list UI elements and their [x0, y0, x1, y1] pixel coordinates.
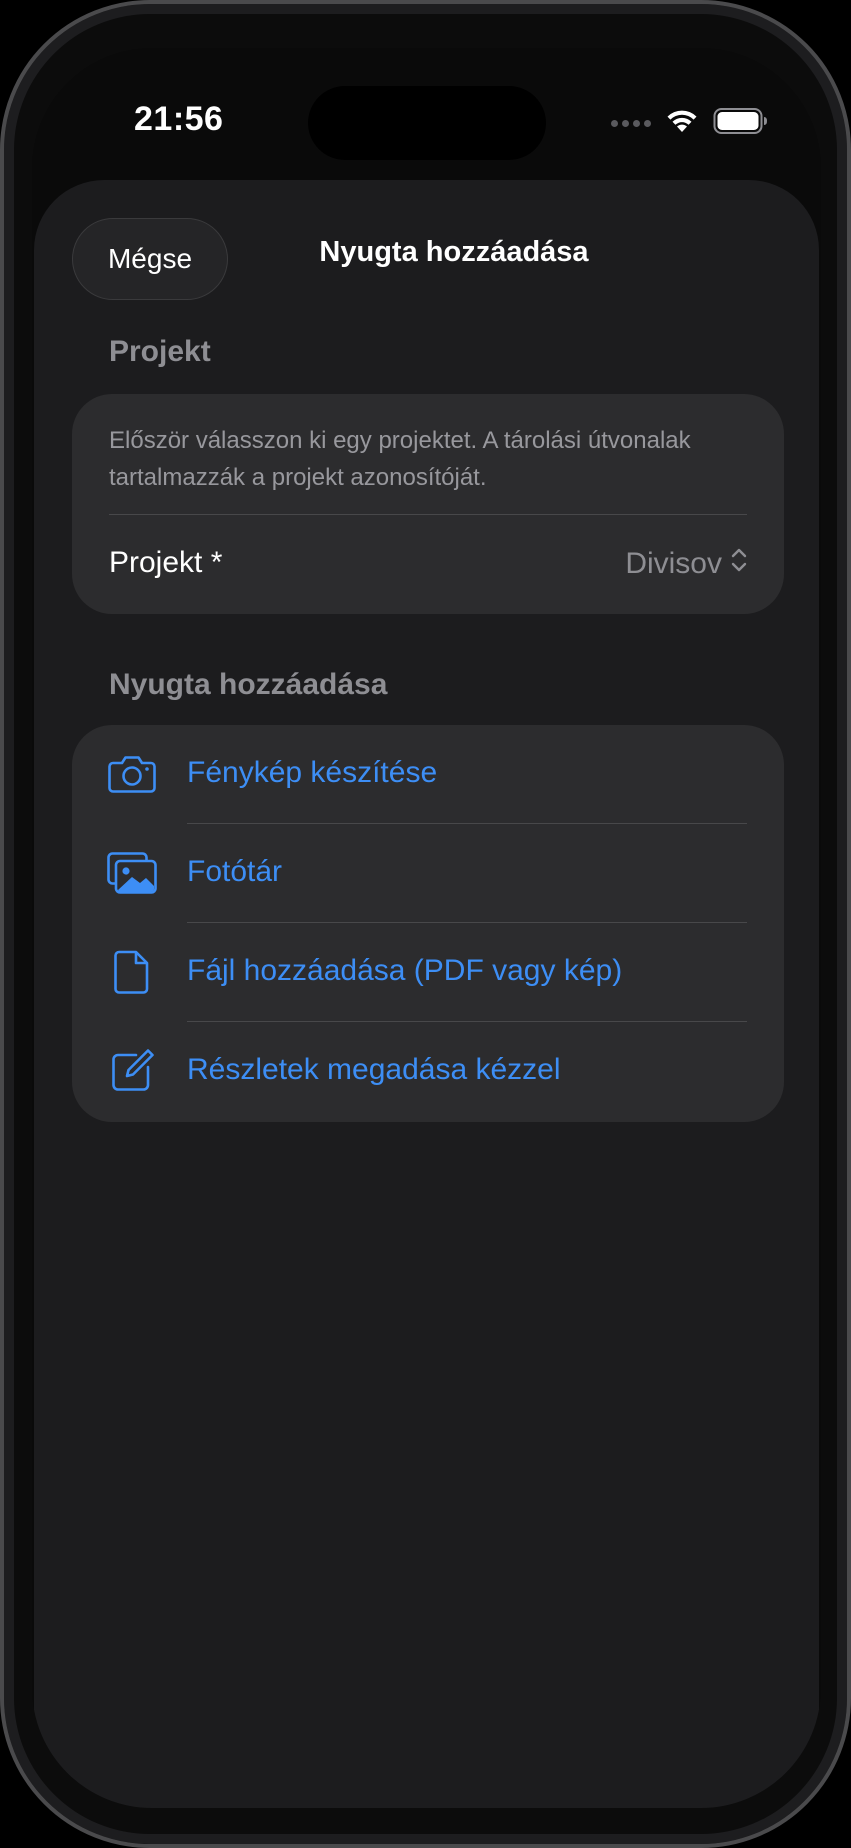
photo-library-label: Fotótár	[187, 855, 283, 888]
dynamic-island	[308, 86, 546, 160]
sheet-title: Nyugta hozzáadása	[319, 236, 589, 268]
chevron-up-down-icon	[730, 546, 748, 582]
project-picker-value: Divisov	[625, 547, 722, 580]
add-file-label: Fájl hozzáadása (PDF vagy kép)	[187, 954, 623, 987]
status-time: 21:56	[134, 100, 224, 138]
screen: 21:56 Mégse Nyugta hozzáadása Projekt El…	[32, 48, 821, 1808]
photo-library-icon	[106, 849, 158, 897]
battery-icon	[713, 107, 769, 140]
add-section-header: Nyugta hozzáadása	[109, 668, 388, 701]
add-file-row[interactable]: Fájl hozzáadása (PDF vagy kép)	[72, 923, 784, 1022]
project-picker[interactable]: Divisov	[625, 546, 748, 582]
status-icons	[611, 107, 769, 140]
cancel-button[interactable]: Mégse	[72, 218, 228, 300]
phone-frame: 21:56 Mégse Nyugta hozzáadása Projekt El…	[0, 0, 851, 1848]
project-section-header: Projekt	[109, 335, 211, 368]
camera-icon	[106, 750, 158, 798]
project-field-label: Projekt *	[109, 546, 223, 579]
project-card: Először válasszon ki egy projektet. A tá…	[72, 394, 784, 614]
manual-entry-row[interactable]: Részletek megadása kézzel	[72, 1022, 784, 1121]
photo-library-row[interactable]: Fotótár	[72, 824, 784, 923]
divider	[109, 514, 747, 515]
manual-entry-label: Részletek megadása kézzel	[187, 1053, 561, 1086]
compose-icon	[106, 1047, 158, 1095]
wifi-icon	[665, 108, 699, 139]
add-receipt-sheet: Mégse Nyugta hozzáadása Projekt Először …	[34, 180, 819, 1808]
add-actions-card: Fénykép készítése Fotótár Fájl hozzáadás…	[72, 725, 784, 1122]
take-photo-row[interactable]: Fénykép készítése	[72, 725, 784, 824]
cellular-signal-icon	[611, 119, 651, 127]
document-icon	[106, 948, 158, 996]
project-hint-text: Először válasszon ki egy projektet. A tá…	[109, 427, 691, 491]
take-photo-label: Fénykép készítése	[187, 756, 438, 789]
